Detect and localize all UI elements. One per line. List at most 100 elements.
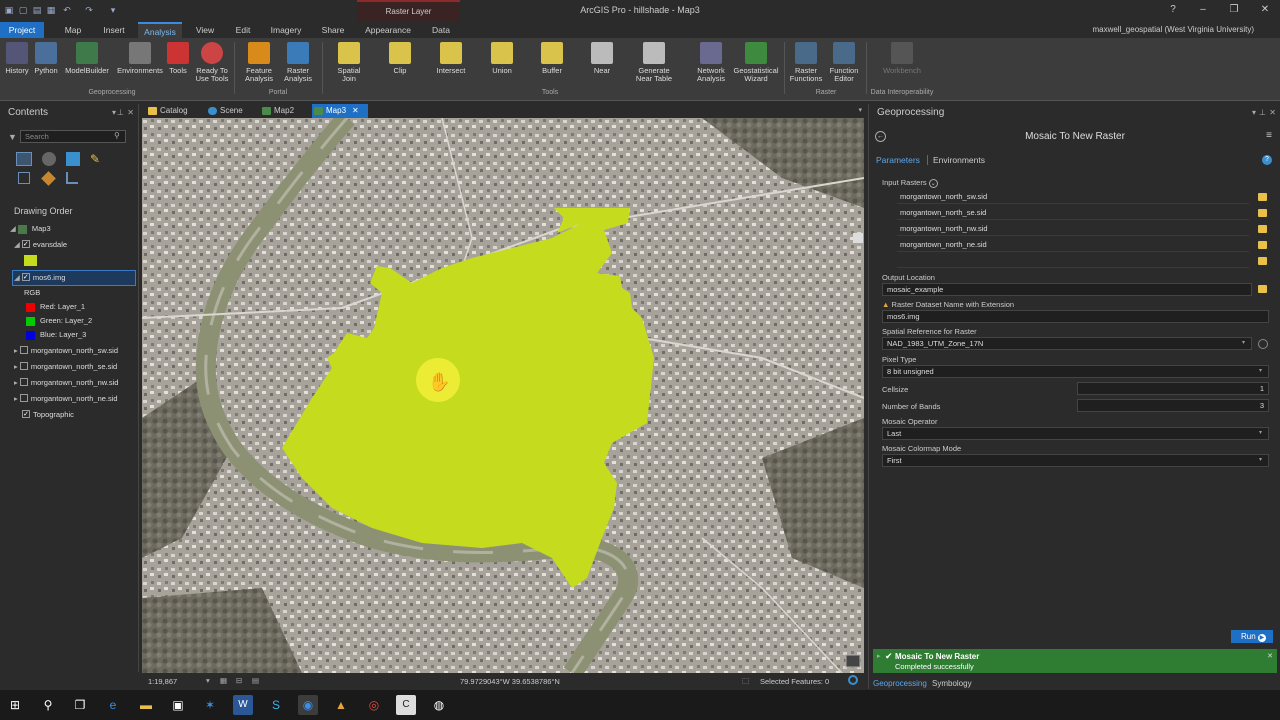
close-pane-icon[interactable]: ✕ (127, 108, 134, 117)
tab-map2[interactable]: Map2 (260, 104, 308, 118)
pixel-type-select[interactable]: 8 bit unsigned ▾ (882, 365, 1269, 378)
tab-catalog[interactable]: Catalog (146, 104, 200, 118)
layer-visibility-checkbox[interactable] (19, 394, 28, 403)
input-raster-empty[interactable] (897, 254, 1249, 268)
globe-icon[interactable] (1258, 339, 1268, 349)
tab-map3[interactable]: Map3 ✕ (312, 104, 368, 118)
union-button[interactable]: Union (488, 42, 516, 75)
buffer-button[interactable]: Buffer (538, 42, 566, 75)
input-raster-4[interactable]: morgantown_north_ne.sid (897, 238, 1249, 252)
browse-folder-icon[interactable] (1258, 193, 1267, 201)
map-view[interactable]: ✋ (142, 118, 864, 673)
spatial-join-button[interactable]: Spatial Join (334, 42, 364, 83)
capture-app-icon[interactable]: C (396, 695, 416, 715)
list-by-snapping-icon[interactable] (18, 172, 30, 184)
toc-layer-se[interactable]: ▸ morgantown_north_se.sid (14, 360, 117, 374)
intersect-button[interactable]: Intersect (434, 42, 468, 75)
toc-band-red[interactable]: Red: Layer_1 (26, 300, 85, 314)
feature-analysis-button[interactable]: Feature Analysis (240, 42, 278, 83)
close-button[interactable]: ✕ (1258, 4, 1272, 16)
scale-dropdown-icon[interactable]: ▾ (206, 676, 210, 685)
map-navigator-icon[interactable] (853, 233, 863, 243)
history-button[interactable]: History (2, 42, 32, 75)
pin-icon[interactable]: ⊥ (117, 108, 124, 117)
scale-selector[interactable]: 1:19,867 (148, 677, 177, 686)
expand-icon[interactable]: ▸ (877, 652, 881, 660)
layer-visibility-checkbox[interactable] (19, 362, 28, 371)
app-icon[interactable]: ✶ (200, 695, 220, 715)
tab-parameters[interactable]: Parameters (876, 155, 920, 165)
toc-map3[interactable]: ◢ Map3 (10, 222, 51, 236)
tab-edit[interactable]: Edit (228, 22, 258, 38)
cellsize-input[interactable]: 1 (1077, 382, 1269, 395)
toc-layer-nw[interactable]: ▸ morgantown_north_nw.sid (14, 376, 118, 390)
browse-folder-icon[interactable] (1258, 241, 1267, 249)
minimize-button[interactable]: – (1196, 4, 1210, 16)
tab-analysis[interactable]: Analysis (138, 22, 182, 38)
bottom-tab-geoprocessing[interactable]: Geoprocessing (873, 679, 927, 688)
colormap-mode-select[interactable]: First ▾ (882, 454, 1269, 467)
store-icon[interactable]: ▣ (168, 695, 188, 715)
close-pane-icon[interactable]: ✕ (1269, 108, 1276, 117)
toc-layer-evansdale[interactable]: ◢ ✓ evansdale (14, 238, 67, 252)
browse-folder-icon[interactable] (1258, 285, 1267, 293)
help-icon[interactable]: ? (1166, 4, 1180, 16)
layer-visibility-checkbox[interactable]: ✓ (21, 240, 30, 249)
obs-icon[interactable]: ◍ (429, 695, 449, 715)
table-icon[interactable]: ▤ (252, 676, 259, 685)
evansdale-symbol-swatch[interactable] (24, 255, 37, 266)
layer-visibility-checkbox[interactable]: ✓ (22, 410, 30, 419)
view-options-icon[interactable]: ▾ (858, 106, 862, 114)
pane-options-icon[interactable]: ▾ (1252, 108, 1256, 117)
grid-icon[interactable]: ▦ (220, 676, 227, 685)
search-icon[interactable]: ⚲ (38, 695, 58, 715)
list-by-labeling-icon[interactable] (41, 171, 56, 186)
chrome-icon[interactable]: ◎ (364, 695, 384, 715)
environments-button[interactable]: Environments (114, 42, 166, 75)
toc-band-blue[interactable]: Blue: Layer_3 (26, 328, 86, 342)
near-button[interactable]: Near (589, 42, 615, 75)
list-by-drawing-order-icon[interactable] (16, 152, 32, 166)
tab-map[interactable]: Map (58, 22, 88, 38)
tab-data[interactable]: Data (426, 22, 456, 38)
browse-folder-icon[interactable] (1258, 225, 1267, 233)
refresh-icon[interactable] (848, 675, 858, 685)
ready-to-use-tools-button[interactable]: Ready To Use Tools (192, 42, 232, 83)
spatial-ref-select[interactable]: NAD_1983_UTM_Zone_17N ▾ (882, 337, 1252, 350)
tab-scene[interactable]: Scene (206, 104, 256, 118)
pane-options-icon[interactable]: ▾ (112, 108, 116, 117)
tab-project[interactable]: Project (0, 22, 44, 38)
raster-functions-button[interactable]: Raster Functions (788, 42, 824, 83)
vlc-icon[interactable]: ▲ (331, 695, 351, 715)
input-raster-3[interactable]: morgantown_north_nw.sid (897, 222, 1249, 236)
toc-layer-ne[interactable]: ▸ morgantown_north_ne.sid (14, 392, 118, 406)
function-editor-button[interactable]: Function Editor (826, 42, 862, 83)
bands-input[interactable]: 3 (1077, 399, 1269, 412)
tab-imagery[interactable]: Imagery (264, 22, 308, 38)
edge-browser-icon[interactable]: e (103, 695, 123, 715)
toc-layer-topographic[interactable]: ✓ Topographic (22, 408, 74, 422)
browse-folder-icon[interactable] (1258, 209, 1267, 217)
toc-layer-mos6[interactable]: ◢ ✓ mos6.img (14, 271, 65, 285)
tab-environments[interactable]: Environments (927, 155, 985, 165)
mosaic-operator-select[interactable]: Last ▾ (882, 427, 1269, 440)
tab-share[interactable]: Share (316, 22, 350, 38)
collapse-icon[interactable]: ⌄ (928, 179, 938, 188)
dataset-name-input[interactable]: mos6.img (882, 310, 1269, 323)
fixed-scale-icon[interactable]: ⊟ (236, 676, 242, 685)
pin-icon[interactable]: ⊥ (1259, 108, 1266, 117)
filter-icon[interactable]: ▼ (8, 132, 17, 142)
tools-button[interactable]: Tools (166, 42, 190, 75)
clip-button[interactable]: Clip (386, 42, 414, 75)
generate-near-table-button[interactable]: Generate Near Table (632, 42, 676, 83)
geostatistical-wizard-button[interactable]: Geostatistical Wizard (730, 42, 782, 83)
browse-folder-icon[interactable] (1258, 257, 1267, 265)
toc-layer-sw[interactable]: ▸ morgantown_north_sw.sid (14, 344, 118, 358)
user-account[interactable]: maxwell_geospatial (West Virginia Univer… (1092, 25, 1254, 34)
help-icon[interactable]: ? (1262, 155, 1272, 165)
tab-insert[interactable]: Insert (98, 22, 130, 38)
arcgis-pro-taskbar-icon[interactable]: ◉ (298, 695, 318, 715)
close-tab-icon[interactable]: ✕ (352, 106, 359, 115)
input-raster-1[interactable]: morgantown_north_sw.sid (897, 190, 1249, 204)
overview-icon[interactable] (845, 654, 861, 668)
